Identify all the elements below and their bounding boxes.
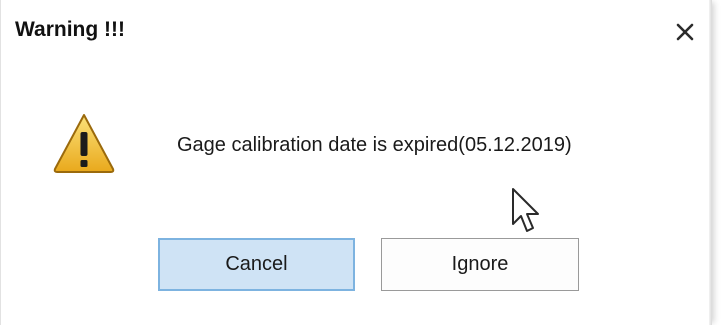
ignore-button[interactable]: Ignore	[381, 238, 579, 291]
dialog-title: Warning !!!	[15, 18, 126, 41]
warning-dialog: Warning !!! Gage calibration date is exp…	[0, 0, 712, 325]
dialog-border	[709, 0, 712, 325]
close-icon	[676, 23, 694, 41]
cancel-button[interactable]: Cancel	[158, 238, 355, 291]
close-button[interactable]	[669, 16, 701, 48]
mouse-pointer-icon	[512, 188, 539, 232]
warning-triangle-icon	[53, 114, 115, 173]
warning-message: Gage calibration date is expired(05.12.2…	[177, 134, 572, 156]
